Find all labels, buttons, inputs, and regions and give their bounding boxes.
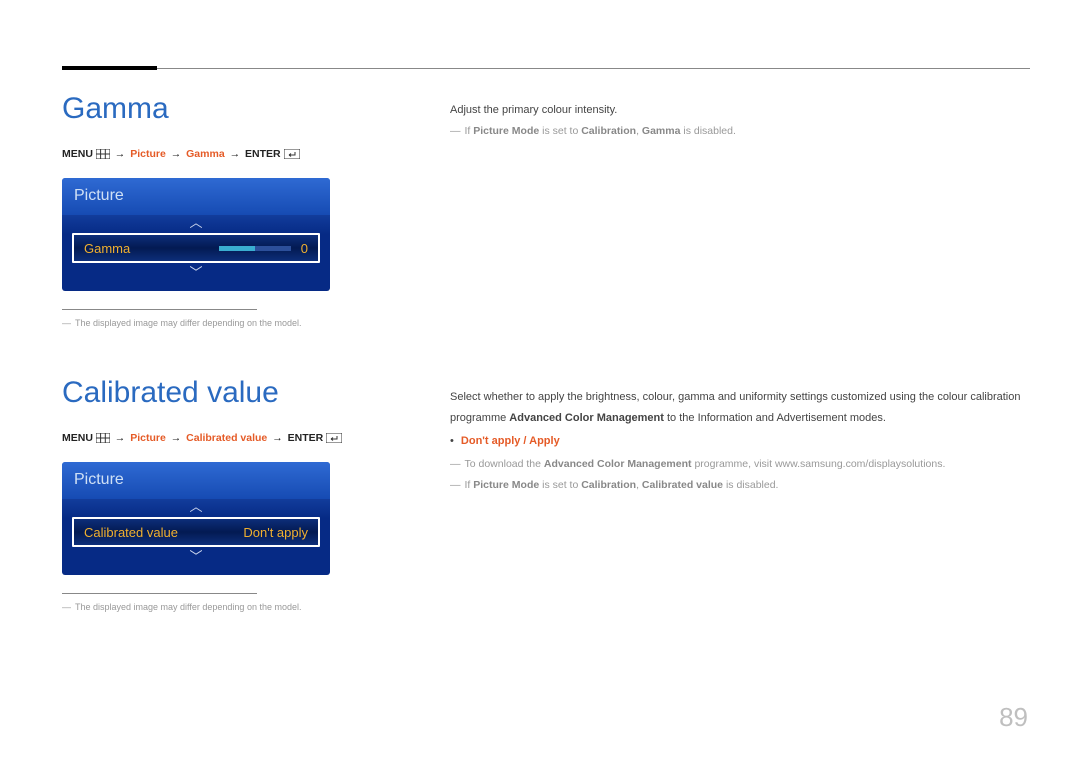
gamma-note: ―If Picture Mode is set to Calibration, …	[450, 123, 1030, 139]
arrow-icon: →	[272, 432, 283, 444]
footnote-rule	[62, 593, 257, 594]
menu-grid-icon	[96, 149, 110, 162]
osd-row-value: Don't apply	[243, 525, 308, 540]
left-column: Gamma MENU → Picture → Gamma → ENTER Pic…	[62, 92, 402, 612]
calibrated-download-note: ―To download the Advanced Color Manageme…	[450, 456, 1030, 472]
osd-row-calibrated: Calibrated value Don't apply	[72, 517, 320, 547]
calibrated-description: Select whether to apply the brightness, …	[450, 389, 1030, 493]
page-number: 89	[999, 702, 1028, 733]
menu-label: MENU	[62, 432, 93, 444]
enter-label: ENTER	[245, 148, 281, 160]
enter-key-icon	[284, 149, 300, 162]
gamma-slider	[219, 246, 291, 251]
menu-label: MENU	[62, 148, 93, 160]
chevron-up-icon: ︿	[62, 215, 330, 231]
section-title-gamma: Gamma	[62, 92, 402, 126]
arrow-icon: →	[115, 148, 126, 160]
footnote-rule	[62, 309, 257, 310]
osd-panel-calibrated: Picture ︿ Calibrated value Don't apply ﹀	[62, 462, 330, 575]
osd-row-gamma: Gamma 0	[72, 233, 320, 263]
osd-row-label: Calibrated value	[84, 525, 178, 540]
gamma-description: Adjust the primary colour intensity. ―If…	[450, 102, 1030, 139]
osd-row-value: 0	[301, 241, 308, 256]
section-calibrated: Calibrated value MENU → Picture → Calibr…	[62, 376, 402, 612]
header-rule-accent	[62, 66, 157, 70]
calibrated-disabled-note: ―If Picture Mode is set to Calibration, …	[450, 477, 1030, 493]
enter-key-icon	[326, 433, 342, 446]
arrow-icon: →	[171, 432, 182, 444]
header-rule	[62, 68, 1030, 69]
menu-grid-icon	[96, 433, 110, 446]
osd-panel-gamma: Picture ︿ Gamma 0 ﹀	[62, 178, 330, 291]
menu-path-gamma: MENU → Picture → Gamma → ENTER	[62, 148, 402, 162]
arrow-icon: →	[115, 432, 126, 444]
gamma-desc-line: Adjust the primary colour intensity.	[450, 102, 1030, 119]
osd-header: Picture	[62, 462, 330, 499]
chevron-down-icon: ﹀	[62, 549, 330, 565]
right-column: Adjust the primary colour intensity. ―If…	[450, 92, 1030, 497]
chevron-up-icon: ︿	[62, 499, 330, 515]
arrow-icon: →	[230, 148, 241, 160]
calibrated-desc-line1: Select whether to apply the brightness, …	[450, 389, 1030, 406]
footnote-gamma: ―The displayed image may differ dependin…	[62, 318, 402, 328]
nav-picture: Picture	[130, 432, 166, 444]
footnote-calibrated: ―The displayed image may differ dependin…	[62, 602, 402, 612]
arrow-icon: →	[171, 148, 182, 160]
nav-calibrated-value: Calibrated value	[186, 432, 267, 444]
chevron-down-icon: ﹀	[62, 265, 330, 281]
calibrated-options: Don't apply / Apply	[450, 433, 1030, 450]
menu-path-calibrated: MENU → Picture → Calibrated value → ENTE…	[62, 432, 402, 446]
nav-gamma: Gamma	[186, 148, 225, 160]
enter-label: ENTER	[288, 432, 324, 444]
calibrated-desc-line2: programme Advanced Color Management to t…	[450, 410, 1030, 427]
manual-page: Gamma MENU → Picture → Gamma → ENTER Pic…	[0, 0, 1080, 763]
section-title-calibrated: Calibrated value	[62, 376, 402, 410]
nav-picture: Picture	[130, 148, 166, 160]
osd-row-label: Gamma	[84, 241, 130, 256]
osd-header: Picture	[62, 178, 330, 215]
